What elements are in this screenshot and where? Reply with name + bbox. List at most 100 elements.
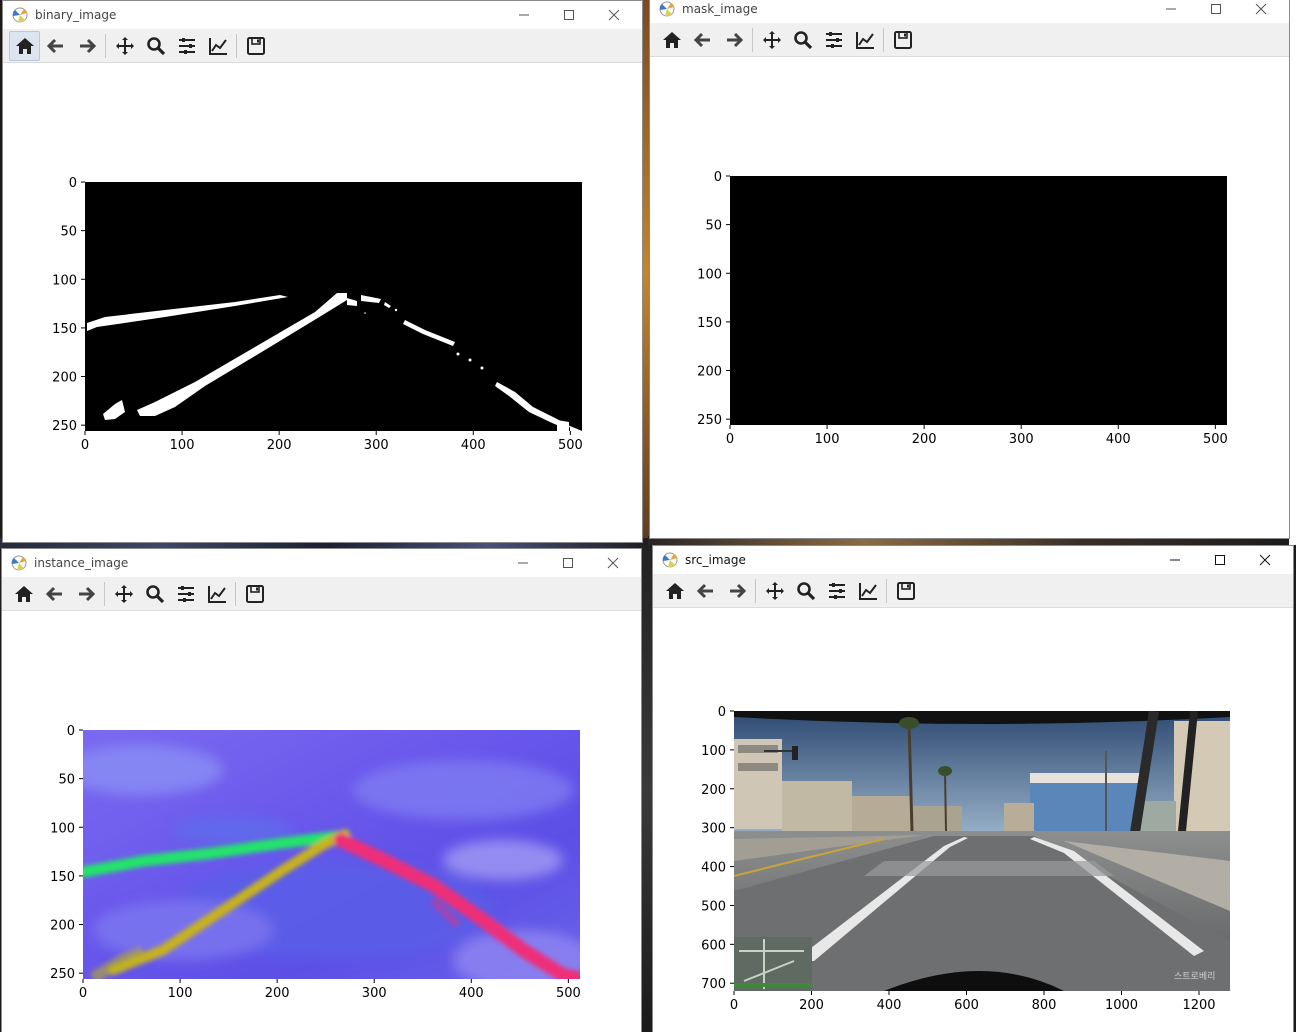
zoom-button[interactable] [139,579,170,609]
x-tick-label: 200 [799,998,824,1013]
figure-canvas[interactable]: 0 100 200 300 400 500 0 50 100 150 200 250 [3,64,642,542]
edit-axis-button[interactable] [201,579,232,609]
watermark: 스트로베리 [1174,971,1215,982]
instance-image-window[interactable]: instance_image 0 100 200 300 400 500 0 5… [1,548,642,1032]
home-button[interactable] [9,30,40,61]
minimize-button[interactable] [501,1,546,29]
navigation-toolbar [3,29,642,63]
back-button[interactable] [39,579,70,609]
minimize-button[interactable] [500,549,545,577]
zoom-icon [796,581,815,600]
zoom-icon [793,30,812,49]
configure-subplots-button[interactable] [171,31,202,61]
back-button[interactable] [687,25,718,55]
maximize-button[interactable] [545,549,590,577]
save-icon [246,36,265,55]
figure-canvas[interactable]: 스트로베리 0 200 400 600 800 1000 1200 0 100 200 300 40… [653,609,1293,1032]
save-button[interactable] [890,576,921,606]
pan-button[interactable] [108,579,139,609]
forward-icon [78,586,95,601]
x-tick-label: 0 [726,432,734,447]
zoom-button[interactable] [790,576,821,606]
figure-canvas[interactable]: 0 100 200 300 400 500 0 50 100 150 200 250 [2,612,641,1032]
y-tick-label: 0 [69,176,77,191]
y-tick-label: 200 [701,783,726,798]
save-button[interactable] [239,579,270,609]
maximize-button[interactable] [1193,0,1238,23]
edit-axis-button[interactable] [202,31,233,61]
mask-image-window[interactable]: mask_image 0 100 200 300 400 500 0 50 100 150 200… [649,0,1290,539]
pan-button[interactable] [756,25,787,55]
back-button[interactable] [690,576,721,606]
home-icon [15,37,34,54]
configure-subplots-button[interactable] [170,579,201,609]
y-tick-label: 100 [52,273,77,288]
configure-subplots-button[interactable] [821,576,852,606]
window-title: src_image [685,553,746,567]
x-tick-label: 300 [364,438,389,453]
plot-axes: 스트로베리 0 200 400 600 800 1000 1200 0 100 200 300 40… [701,705,1230,1013]
figure-canvas[interactable]: 0 100 200 300 400 500 0 50 100 150 200 250 [650,58,1289,538]
minimize-button[interactable] [1152,546,1197,574]
edit-axis-icon [207,585,226,603]
minimize-button[interactable] [1148,0,1193,23]
x-tick-label: 300 [362,986,387,1001]
save-icon [896,581,915,600]
y-tick-label: 0 [714,170,722,185]
title-bar[interactable]: src_image [653,546,1293,574]
toolbar-separator [883,27,884,52]
navigation-toolbar [650,23,1289,57]
save-button[interactable] [240,31,271,61]
configure-subplots-icon [828,582,845,599]
maximize-button[interactable] [546,1,591,29]
binary-image-window[interactable]: binary_image 0 100 200 300 400 500 0 50 … [2,0,643,543]
save-button[interactable] [887,25,918,55]
edit-axis-icon [208,37,227,55]
home-button[interactable] [659,576,690,606]
title-bar[interactable]: instance_image [2,549,641,577]
pan-button[interactable] [109,31,140,61]
zoom-button[interactable] [787,25,818,55]
plot-axes: 0 100 200 300 400 500 0 50 100 150 200 250 [697,170,1228,447]
pan-button[interactable] [759,576,790,606]
forward-button[interactable] [70,579,101,609]
x-tick-label: 500 [556,986,581,1001]
configure-subplots-button[interactable] [818,25,849,55]
back-button[interactable] [40,31,71,61]
close-button[interactable] [590,549,635,577]
home-icon [14,585,33,602]
forward-icon [79,38,96,53]
forward-icon [729,583,746,598]
y-tick-label: 200 [52,371,77,386]
edit-axis-icon [858,582,877,600]
configure-subplots-icon [177,585,194,602]
close-button[interactable] [591,1,636,29]
title-bar[interactable]: binary_image [3,1,642,29]
home-button[interactable] [656,25,687,55]
edit-axis-button[interactable] [849,25,880,55]
src-image-window[interactable]: src_image 스트로베리 0 200 400 600 800 1000 1… [652,545,1294,1032]
toolbar-separator [235,581,236,606]
forward-button[interactable] [71,31,102,61]
home-button[interactable] [8,579,39,609]
maximize-icon [562,558,573,568]
x-tick-label: 500 [1203,432,1228,447]
x-tick-label: 500 [558,438,583,453]
x-tick-label: 400 [877,998,902,1013]
close-button[interactable] [1242,546,1287,574]
matplotlib-icon [11,6,29,24]
edit-axis-button[interactable] [852,576,883,606]
zoom-button[interactable] [140,31,171,61]
forward-button[interactable] [721,576,752,606]
forward-button[interactable] [718,25,749,55]
save-icon [245,584,264,603]
maximize-button[interactable] [1197,546,1242,574]
close-button[interactable] [1238,0,1283,23]
configure-subplots-icon [178,37,195,54]
image-area [730,176,1227,425]
maximize-icon [1210,4,1221,14]
title-bar[interactable]: mask_image [650,0,1289,23]
x-tick-label: 0 [81,438,89,453]
toolbar-separator [752,27,753,52]
minimize-icon [518,14,529,16]
